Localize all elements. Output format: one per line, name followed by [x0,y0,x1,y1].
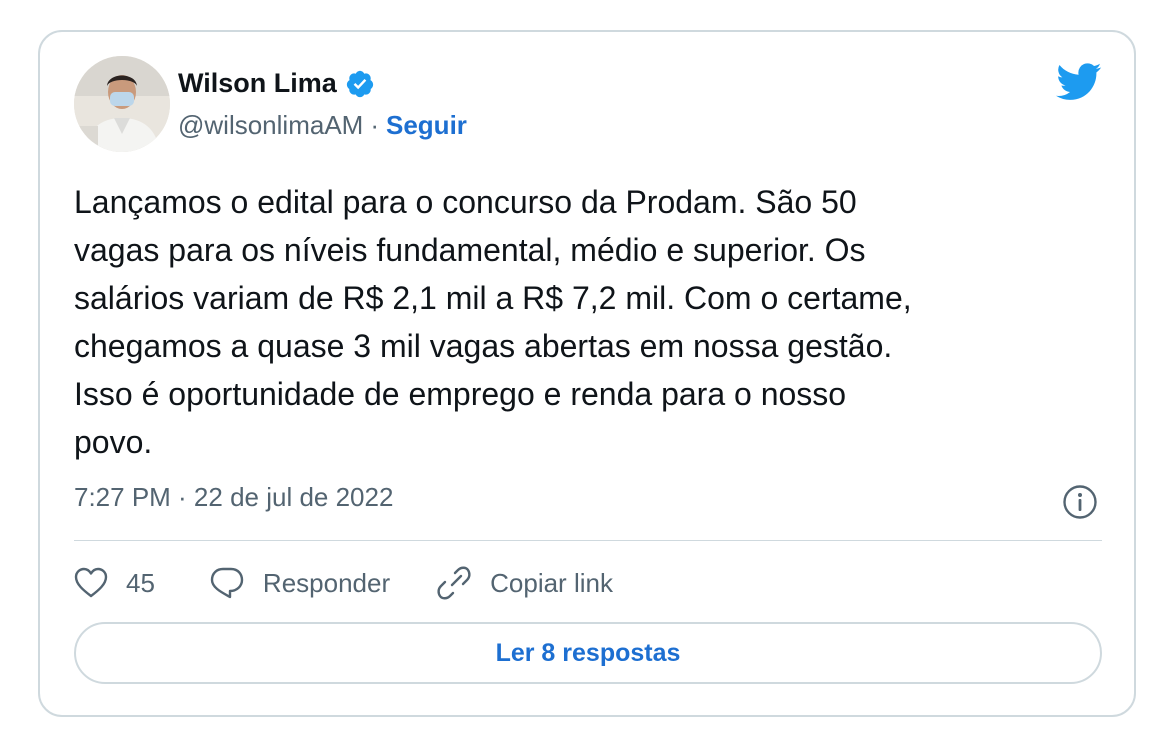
divider [74,540,1102,541]
action-bar: 45 Responder Copiar link [74,560,613,606]
read-replies-button[interactable]: Ler 8 respostas [74,622,1102,684]
follow-button[interactable]: Seguir [386,110,467,141]
like-button[interactable]: 45 [74,567,155,599]
tweet-text: Lançamos o edital para o concurso da Pro… [74,184,912,460]
copy-link-button[interactable]: Copiar link [436,565,613,601]
tweet-timestamp[interactable]: 7:27 PM · 22 de jul de 2022 [74,482,393,513]
verified-badge-icon [345,69,375,99]
tweet-card: Wilson Lima @wilsonlimaAM · Seguir Lança… [38,30,1136,717]
twitter-bird-icon[interactable] [1056,62,1102,102]
speech-bubble-icon [210,567,244,599]
link-icon [437,566,471,600]
avatar[interactable] [74,56,170,152]
author-name[interactable]: Wilson Lima [178,68,337,99]
heart-icon [74,567,108,598]
reply-button[interactable]: Responder [209,566,390,600]
like-count: 45 [126,567,155,598]
reply-label: Responder [262,567,391,598]
copy-link-label: Copiar link [490,567,613,598]
info-icon[interactable] [1062,484,1098,520]
author-handle[interactable]: @wilsonlimaAM [178,110,363,141]
handle-separator: · [370,110,379,140]
